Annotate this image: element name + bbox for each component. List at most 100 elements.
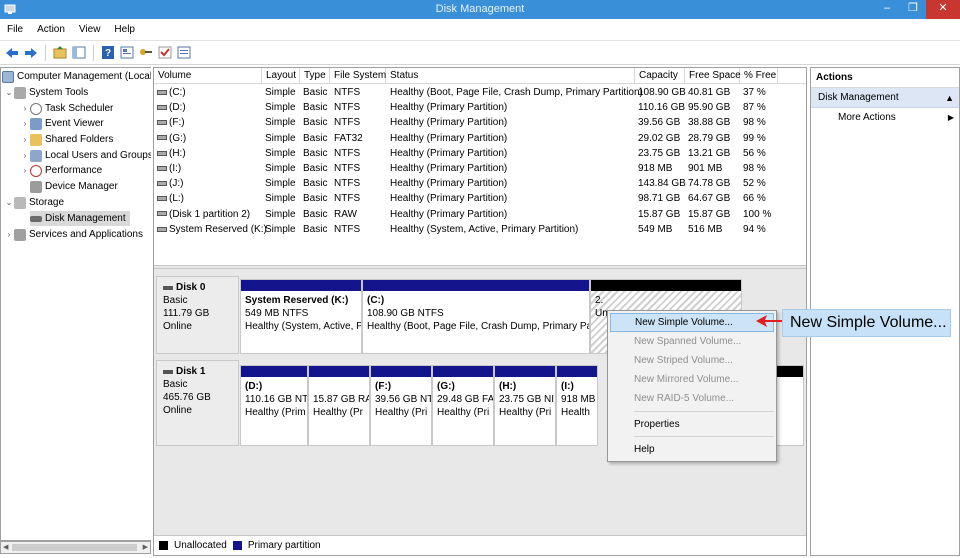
check-icon[interactable]: [157, 45, 173, 61]
cell-text: 64.67 GB: [688, 193, 731, 205]
restore-button[interactable]: ❐: [900, 0, 926, 19]
cell-text: Healthy (Primary Partition): [390, 208, 508, 220]
menu-file[interactable]: File: [0, 24, 30, 35]
partition-system-reserved[interactable]: System Reserved (K:) 549 MB NTFS Healthy…: [240, 279, 362, 354]
disk-1-label[interactable]: Disk 1 Basic 465.76 GB Online: [156, 360, 239, 446]
svg-text:?: ?: [105, 48, 111, 59]
tree-item-services[interactable]: › Services and Applications: [4, 227, 143, 242]
table-cell: Healthy (Primary Partition): [390, 209, 507, 220]
tree-item-performance[interactable]: › Performance: [20, 163, 102, 178]
collapsed-chevron-icon[interactable]: ›: [20, 135, 30, 144]
cell-text: 98.71 GB: [638, 193, 681, 205]
disk-1-partition[interactable]: (F:) 39.56 GB NT Healthy (Pri: [370, 365, 432, 446]
collapsed-chevron-icon[interactable]: ›: [20, 104, 30, 113]
column-free-space[interactable]: Free Space: [685, 68, 741, 84]
tree-label: Shared Folders: [45, 134, 114, 145]
list-icon[interactable]: [176, 45, 192, 61]
actions-section-disk-management[interactable]: Disk Management ▲: [811, 88, 959, 108]
collapse-icon[interactable]: ▲: [945, 88, 954, 108]
table-row[interactable]: (F:) Simple Basic NTFS Healthy (Primary Part…: [154, 116, 806, 131]
disk-0-label[interactable]: Disk 0 Basic 111.79 GB Online: [156, 276, 239, 354]
partition-title: (D:): [245, 381, 263, 392]
menu-help[interactable]: Help: [107, 24, 142, 35]
scroll-right-icon[interactable]: ▶: [143, 543, 148, 551]
properties-icon[interactable]: [119, 45, 135, 61]
tree-item-shared-folders[interactable]: › Shared Folders: [20, 132, 113, 147]
key-icon[interactable]: [138, 45, 154, 61]
tree-item-disk-management[interactable]: Disk Management: [30, 211, 130, 226]
legend: Unallocated Primary partition: [154, 535, 806, 555]
tree-item-device-manager[interactable]: Device Manager: [30, 179, 118, 194]
close-button[interactable]: ✕: [926, 0, 960, 19]
collapsed-chevron-icon[interactable]: ›: [20, 166, 30, 175]
partition-c[interactable]: (C:) 108.90 GB NTFS Healthy (Boot, Page …: [362, 279, 590, 354]
column-type[interactable]: Type: [300, 68, 330, 84]
disk-1-partition[interactable]: (D:) 110.16 GB NTI Healthy (Prim: [240, 365, 308, 446]
table-row[interactable]: (H:) Simple Basic NTFS Healthy (Primary Part…: [154, 147, 806, 162]
table-row[interactable]: (D:) Simple Basic NTFS Healthy (Primary Part…: [154, 101, 806, 116]
table-row[interactable]: (L:) Simple Basic NTFS Healthy (Primary Part…: [154, 192, 806, 207]
tree-item-storage[interactable]: ⌄ Storage: [4, 195, 64, 210]
back-arrow-icon[interactable]: [4, 45, 20, 61]
column-file-system[interactable]: File System: [330, 68, 386, 84]
collapsed-chevron-icon[interactable]: ›: [4, 230, 14, 239]
menu-new-mirrored-volume[interactable]: New Mirrored Volume...: [610, 370, 774, 389]
expanded-chevron-icon[interactable]: ⌄: [4, 88, 14, 97]
tree-item-event-viewer[interactable]: › Event Viewer: [20, 116, 104, 131]
partition-title: [313, 380, 365, 393]
up-folder-icon[interactable]: [52, 45, 68, 61]
tree-item-task-scheduler[interactable]: › Task Scheduler: [20, 101, 113, 116]
table-row[interactable]: (Disk 1 partition 2) Simple Basic RAW Health…: [154, 208, 806, 223]
tree-horizontal-scrollbar[interactable]: ◀ ▶: [0, 541, 151, 554]
disk-1-partition[interactable]: (H:) 23.75 GB NI Healthy (Pri: [494, 365, 556, 446]
collapsed-chevron-icon[interactable]: ›: [20, 151, 30, 160]
table-row[interactable]: (I:) Simple Basic NTFS Healthy (Primary Part…: [154, 162, 806, 177]
more-actions[interactable]: More Actions ▶: [811, 108, 959, 128]
disk-1-partition[interactable]: (G:) 29.48 GB FA Healthy (Pri: [432, 365, 494, 446]
expanded-chevron-icon[interactable]: ⌄: [4, 198, 14, 207]
scrollbar-thumb[interactable]: [12, 544, 137, 551]
tree-item-system-tools[interactable]: ⌄ System Tools: [4, 85, 88, 100]
users-icon: [30, 149, 42, 162]
column-percent-free[interactable]: % Free: [740, 68, 778, 84]
device-manager-icon: [30, 180, 42, 193]
disk-1-partition[interactable]: 15.87 GB RA Healthy (Pr: [308, 365, 370, 446]
scroll-left-icon[interactable]: ◀: [3, 543, 8, 551]
cell-text: Healthy (System, Active, Primary Partiti…: [390, 223, 579, 235]
table-cell: Healthy (Primary Partition): [390, 163, 507, 174]
tree-label: Task Scheduler: [45, 103, 114, 114]
context-menu: New Simple Volume... New Spanned Volume.…: [607, 310, 777, 462]
cell-text: Basic: [303, 163, 328, 174]
menu-new-striped-volume[interactable]: New Striped Volume...: [610, 351, 774, 370]
minimize-button[interactable]: –: [874, 0, 900, 19]
menu-properties[interactable]: Properties: [610, 415, 774, 434]
help-icon[interactable]: ?: [100, 45, 116, 61]
column-capacity[interactable]: Capacity: [635, 68, 685, 84]
column-volume[interactable]: Volume: [154, 68, 262, 84]
menu-new-raid5-volume[interactable]: New RAID-5 Volume...: [610, 389, 774, 408]
table-row[interactable]: System Reserved (K:) Simple Basic NTFS Healt…: [154, 223, 806, 238]
volume-icon: [157, 120, 167, 126]
tree-item-local-users[interactable]: › Local Users and Groups: [20, 148, 151, 163]
table-cell: FAT32: [334, 133, 363, 144]
cell-text: NTFS: [334, 223, 361, 235]
menu-separator: [634, 411, 774, 412]
column-layout[interactable]: Layout: [262, 68, 300, 84]
table-row[interactable]: (C:) Simple Basic NTFS Healthy (Boot, Page F…: [154, 86, 806, 101]
menu-action[interactable]: Action: [30, 24, 72, 35]
menu-help[interactable]: Help: [610, 440, 774, 459]
forward-arrow-icon[interactable]: [23, 45, 39, 61]
disk-1-partition[interactable]: (I:) 918 MB Health: [556, 365, 598, 446]
tree-item-computer-management[interactable]: Computer Management (Local: [2, 69, 151, 84]
menu-view[interactable]: View: [72, 24, 108, 35]
annotation-callout: New Simple Volume...: [782, 309, 951, 337]
console-tree-icon[interactable]: [71, 45, 87, 61]
table-cell: NTFS: [334, 224, 360, 235]
table-row[interactable]: (G:) Simple Basic FAT32 Healthy (Primary Par…: [154, 132, 806, 147]
table-row[interactable]: (J:) Simple Basic NTFS Healthy (Primary Part…: [154, 177, 806, 192]
menu-new-spanned-volume[interactable]: New Spanned Volume...: [610, 332, 774, 351]
collapsed-chevron-icon[interactable]: ›: [20, 119, 30, 128]
table-cell: 74.78 GB: [688, 178, 730, 189]
menu-new-simple-volume[interactable]: New Simple Volume...: [610, 313, 774, 332]
column-status[interactable]: Status: [386, 68, 635, 84]
